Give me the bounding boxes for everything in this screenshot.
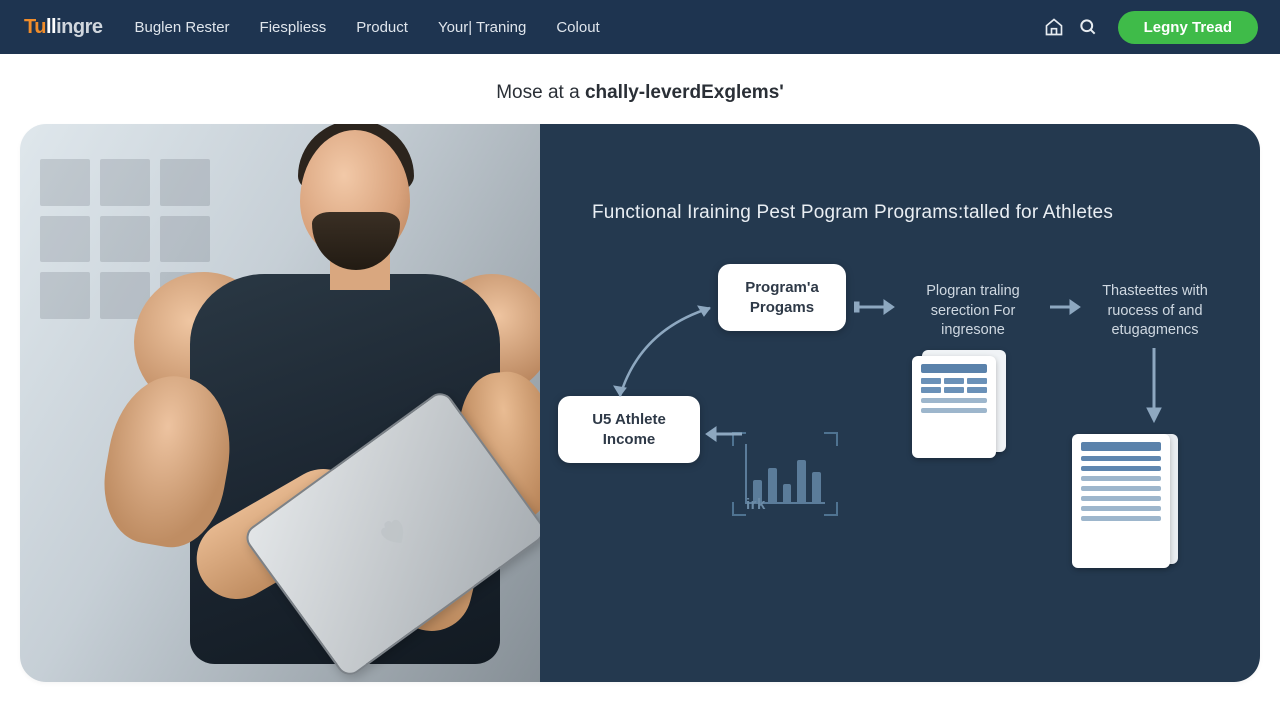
header: Tullingre Buglen Rester Fiespliess Produ… [0, 0, 1280, 54]
top-nav: Buglen Rester Fiespliess Product Your| T… [134, 19, 599, 36]
nav-item-2[interactable]: Fiespliess [260, 19, 327, 36]
hero-content: Functional Iraining Pest Pogram Programs… [540, 124, 1260, 682]
hero-card: Functional Iraining Pest Pogram Programs… [20, 124, 1260, 682]
page-subtitle: Mose at a chally-leverdExglems' [0, 54, 1280, 124]
nav-item-4[interactable]: Your| Traning [438, 19, 526, 36]
subtitle-prefix: Mose at a [496, 82, 585, 103]
arrow-left-icon [704, 424, 744, 444]
primary-cta-button[interactable]: Legny Tread [1118, 11, 1258, 44]
brand-logo[interactable]: Tullingre [24, 16, 102, 39]
logo-part-2: ll [46, 16, 56, 38]
logo-part-3: ingre [56, 16, 102, 38]
flow-step-1: Plogran traling serection For ingresone [898, 282, 1048, 341]
flow-step-2: Thasteettes with ruocess of and etugagme… [1080, 282, 1230, 341]
card-income-line2: Income [574, 430, 684, 450]
card-programs-line1: Program'a [734, 278, 830, 298]
arrow-right-1-icon [854, 296, 896, 318]
athlete-illustration [60, 124, 530, 682]
subtitle-emphasis: chally-leverdExglems' [585, 82, 784, 103]
document-icon-1 [912, 356, 996, 458]
search-icon[interactable] [1078, 17, 1098, 37]
hero-title: Functional Iraining Pest Pogram Programs… [592, 202, 1220, 224]
arrow-curve-icon [600, 300, 730, 420]
card-programs-line2: Progams [734, 298, 830, 318]
home-icon[interactable] [1044, 17, 1064, 37]
chart-label: irk [746, 496, 766, 513]
nav-item-5[interactable]: Colout [556, 19, 599, 36]
nav-item-1[interactable]: Buglen Rester [134, 19, 229, 36]
arrow-down-icon [1144, 346, 1164, 426]
nav-item-3[interactable]: Product [356, 19, 408, 36]
logo-part-1: Tu [24, 16, 46, 38]
header-actions: Legny Tread [1044, 11, 1258, 44]
arrow-right-2-icon [1048, 296, 1082, 318]
document-icon-2 [1072, 434, 1170, 568]
card-programs[interactable]: Program'a Progams [718, 264, 846, 331]
hero-image [20, 124, 540, 682]
bar-chart-icon [745, 444, 825, 504]
